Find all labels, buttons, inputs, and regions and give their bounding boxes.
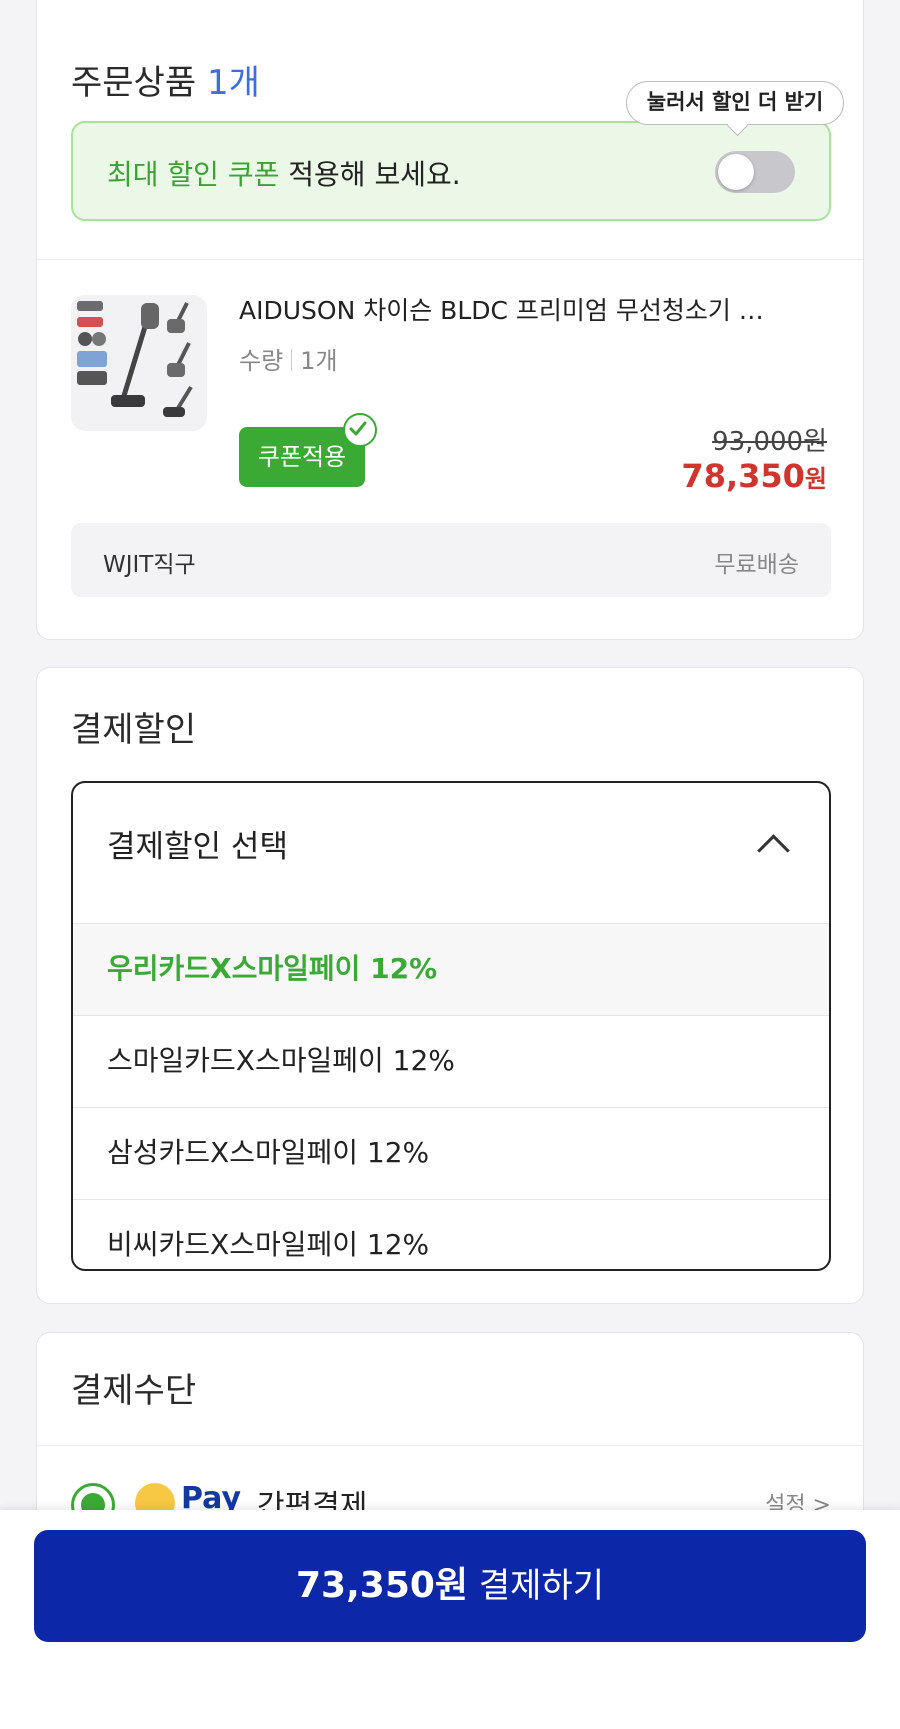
product-image[interactable] [71,295,207,431]
check-icon [343,413,377,447]
sale-price-number: 78,350 [681,457,805,495]
section-divider [37,259,863,260]
seller-bar: WJIT직구 무료배송 [71,523,831,597]
chevron-up-icon[interactable] [757,834,790,867]
qty-value: 1개 [300,347,338,375]
checkout-label: 결제하기 [478,1566,604,1606]
order-title: 주문상품 [71,63,197,103]
discount-dropdown[interactable]: 결제할인 선택 우리카드X스마일페이 12% 스마일카드X스마일페이 12% 삼… [71,781,831,1271]
order-section-title: 주문상품 1개 [71,55,260,104]
dropdown-label: 결제할인 선택 [107,829,288,865]
coupon-banner[interactable]: 최대 할인 쿠폰 적용해 보세요. [71,121,831,221]
order-card: 주문상품 1개 최대 할인 쿠폰 적용해 보세요. 눌러서 할인 더 받기 AI… [36,0,864,640]
discount-option[interactable]: 비씨카드X스마일페이 12% [73,1199,829,1269]
discount-section-title: 결제할인 [71,710,197,750]
checkout-amount: 73,350원 [296,1565,469,1606]
payment-section-title: 결제수단 [71,1371,197,1411]
tooltip-text: 눌러서 할인 더 받기 [646,90,824,114]
qty-label: 수량 [239,347,284,375]
original-price: 93,000원 [712,427,827,457]
coupon-banner-text: 최대 할인 쿠폰 적용해 보세요. [107,153,461,193]
checkout-button[interactable]: 73,350원 결제하기 [34,1530,866,1642]
dropdown-header[interactable]: 결제할인 선택 [73,783,829,923]
section-divider [37,1445,863,1446]
vacuum-image-icon [77,301,193,417]
checkout-panel: 73,350원 결제하기 [0,1510,900,1729]
discount-option[interactable]: 우리카드X스마일페이 12% [73,923,829,1015]
product-qty: 수량 1개 [239,341,338,376]
seller-name: WJIT직구 [103,552,196,578]
coupon-banner-highlight: 최대 할인 쿠폰 [107,158,280,191]
payment-discount-card: 결제할인 결제할인 선택 우리카드X스마일페이 12% 스마일카드X스마일페이 … [36,667,864,1304]
shipping-info: 무료배송 [714,552,799,578]
order-count: 1개 [206,63,260,103]
discount-option[interactable]: 삼성카드X스마일페이 12% [73,1107,829,1199]
sale-price: 78,350원 [681,457,827,495]
sale-price-unit: 원 [804,465,827,493]
coupon-banner-rest: 적용해 보세요. [288,158,461,191]
toggle-knob [718,154,754,190]
discount-option[interactable]: 스마일카드X스마일페이 12% [73,1015,829,1107]
qty-separator [291,349,293,371]
product-name[interactable]: AIDUSON 차이슨 BLDC 프리미엄 무선청소기 … [239,291,829,327]
discount-tooltip: 눌러서 할인 더 받기 [626,81,844,137]
coupon-toggle[interactable] [715,151,795,193]
